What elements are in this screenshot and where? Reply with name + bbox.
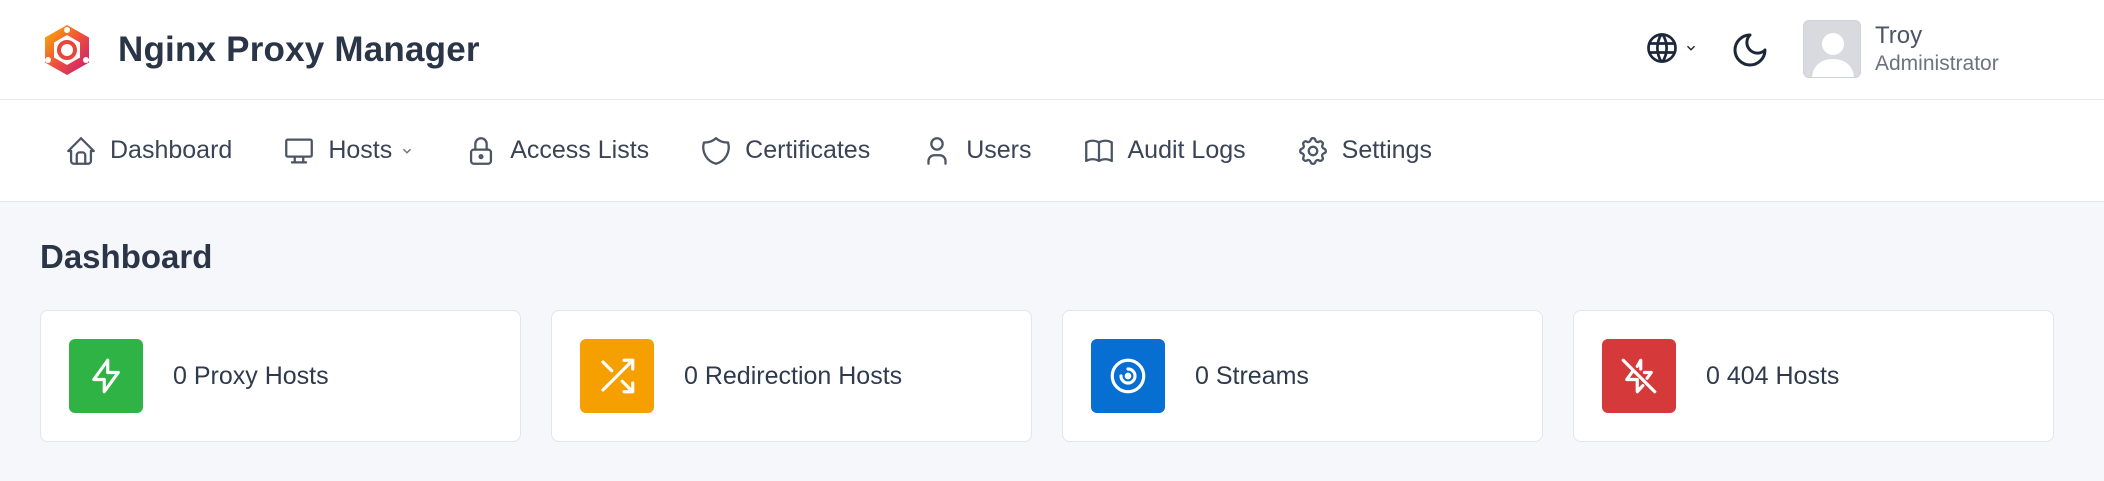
nav-item-dashboard[interactable]: Dashboard xyxy=(64,134,232,168)
stream-icon xyxy=(1110,358,1146,394)
nav-label: Settings xyxy=(1341,136,1432,164)
nav-item-hosts[interactable]: Hosts xyxy=(282,134,414,168)
brand[interactable]: Nginx Proxy Manager xyxy=(40,23,480,77)
card-404-hosts[interactable]: 0 404 Hosts xyxy=(1573,310,2054,442)
app-logo-icon xyxy=(45,24,89,75)
globe-icon xyxy=(1647,33,1677,63)
home-icon xyxy=(67,136,95,165)
card-label: 0 Streams xyxy=(1195,361,1309,390)
user-name: Troy xyxy=(1875,22,1923,49)
nav-label: Access Lists xyxy=(510,136,650,164)
nav-label: Certificates xyxy=(745,136,871,164)
user-role: Administrator xyxy=(1875,51,1999,75)
chevron-down-icon xyxy=(1686,45,1696,51)
card-icon-wrap xyxy=(580,339,654,413)
book-icon xyxy=(1084,139,1113,162)
shuffle-icon xyxy=(601,358,635,394)
card-label: 0 404 Hosts xyxy=(1706,361,1840,390)
nav-item-certificates[interactable]: Certificates xyxy=(699,134,870,168)
chevron-down-icon xyxy=(403,148,412,154)
main-content: Dashboard 0 Proxy Hosts 0 Redirection Ho… xyxy=(0,202,2104,478)
nav-label: Hosts xyxy=(328,136,393,164)
user-menu[interactable]: Troy Administrator xyxy=(1803,20,1999,78)
nav-item-access-lists[interactable]: Access Lists xyxy=(464,134,649,168)
nav-label: Users xyxy=(966,136,1032,164)
stats-cards: 0 Proxy Hosts 0 Redirection Hosts 0 Stre… xyxy=(40,310,2064,442)
nav-label: Dashboard xyxy=(110,136,233,164)
app-title: Nginx Proxy Manager xyxy=(118,29,480,69)
card-icon-wrap xyxy=(69,339,143,413)
card-redirection-hosts[interactable]: 0 Redirection Hosts xyxy=(551,310,1032,442)
main-nav: Dashboard Hosts Access Lists Certificate… xyxy=(0,100,2104,202)
card-label: 0 Redirection Hosts xyxy=(684,361,903,390)
default-avatar-icon xyxy=(1804,21,1860,77)
gear-icon xyxy=(1298,136,1327,165)
nav-item-settings[interactable]: Settings xyxy=(1296,134,1432,168)
nav-label: Audit Logs xyxy=(1127,136,1246,164)
page-title: Dashboard xyxy=(40,238,213,275)
lock-icon xyxy=(470,136,493,165)
card-proxy-hosts[interactable]: 0 Proxy Hosts xyxy=(40,310,521,442)
theme-toggle[interactable] xyxy=(1730,30,1770,75)
language-selector[interactable] xyxy=(1644,30,1698,66)
moon-icon xyxy=(1733,33,1767,67)
user-icon xyxy=(927,136,947,165)
bolt-icon xyxy=(92,358,120,394)
card-label: 0 Proxy Hosts xyxy=(173,361,329,390)
top-bar: Nginx Proxy Manager Troy Administrator xyxy=(0,0,2104,100)
avatar xyxy=(1803,20,1861,78)
card-streams[interactable]: 0 Streams xyxy=(1062,310,1543,442)
monitor-icon xyxy=(285,138,314,163)
card-icon-wrap xyxy=(1091,339,1165,413)
shield-icon xyxy=(702,136,730,165)
card-icon-wrap xyxy=(1602,339,1676,413)
nav-item-users[interactable]: Users xyxy=(920,134,1032,168)
bolt-off-icon xyxy=(1621,358,1657,394)
nav-item-audit-logs[interactable]: Audit Logs xyxy=(1082,134,1246,168)
